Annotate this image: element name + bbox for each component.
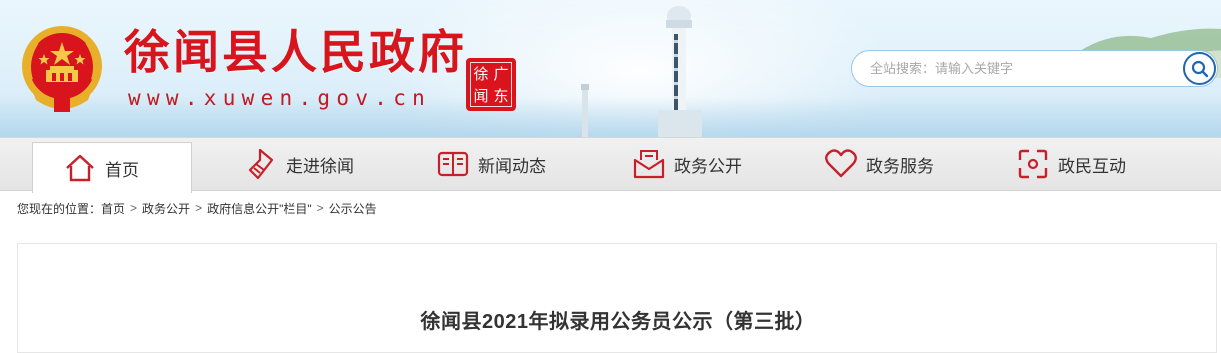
nav-item-news[interactable]: 新闻动态	[436, 138, 546, 190]
nav-label: 新闻动态	[478, 156, 546, 176]
search-input[interactable]	[870, 51, 1170, 86]
main-nav: 首页 走进徐闻 新闻动态 政务公开 政务服务 政民互动	[0, 137, 1221, 193]
interaction-icon	[1016, 147, 1050, 181]
nav-item-government-affairs[interactable]: 政务公开	[632, 138, 742, 190]
site-url: www.xuwen.gov.cn	[128, 86, 432, 110]
breadcrumb: 您现在的位置： 首页 > 政务公开 > 政府信息公开"栏目" > 公示公告	[17, 199, 377, 217]
home-icon	[63, 151, 97, 185]
seal-char: 广	[493, 65, 509, 83]
lighthouse-illustration	[581, 84, 589, 137]
nav-item-home[interactable]: 首页	[32, 142, 192, 193]
heart-icon	[824, 147, 858, 181]
article-title: 徐闻县2021年拟录用公务员公示（第三批）	[420, 311, 816, 333]
breadcrumb-home-link[interactable]: 首页	[101, 200, 125, 217]
article-card: 徐闻县2021年拟录用公务员公示（第三批）	[17, 243, 1217, 353]
search-icon	[1191, 60, 1208, 77]
national-emblem-icon	[22, 26, 102, 112]
book-icon	[436, 147, 470, 181]
breadcrumb-announcements-link[interactable]: 公示公告	[329, 200, 377, 217]
nav-label: 首页	[105, 160, 139, 180]
breadcrumb-government-affairs-link[interactable]: 政务公开	[142, 200, 190, 217]
nav-item-government-services[interactable]: 政务服务	[824, 138, 934, 190]
lightning-tag-icon	[244, 147, 278, 181]
seal-char: 闻	[473, 87, 489, 105]
search-box	[851, 50, 1218, 87]
search-button[interactable]	[1183, 52, 1216, 85]
breadcrumb-prefix: 您现在的位置：	[17, 201, 102, 216]
nav-item-public-interaction[interactable]: 政民互动	[1016, 138, 1126, 190]
breadcrumb-separator: >	[316, 201, 324, 215]
site-header: 徐闻县人民政府 www.xuwen.gov.cn 徐 广 闻 东	[0, 0, 1221, 137]
nav-label: 政务服务	[866, 156, 934, 176]
seal-char: 东	[493, 87, 509, 105]
nav-item-explore-xuwen[interactable]: 走进徐闻	[244, 138, 354, 190]
nav-label: 政务公开	[674, 156, 742, 176]
site-title: 徐闻县人民政府	[124, 25, 467, 79]
tower-illustration	[658, 6, 702, 137]
nav-label: 政民互动	[1058, 156, 1126, 176]
breadcrumb-info-disclosure-link[interactable]: 政府信息公开"栏目"	[207, 200, 312, 217]
nav-label: 走进徐闻	[286, 156, 354, 176]
breadcrumb-separator: >	[195, 201, 203, 215]
seal-stamp: 徐 广 闻 东	[466, 58, 516, 111]
breadcrumb-separator: >	[130, 201, 138, 215]
mail-document-icon	[632, 147, 666, 181]
seal-char: 徐	[473, 65, 489, 83]
